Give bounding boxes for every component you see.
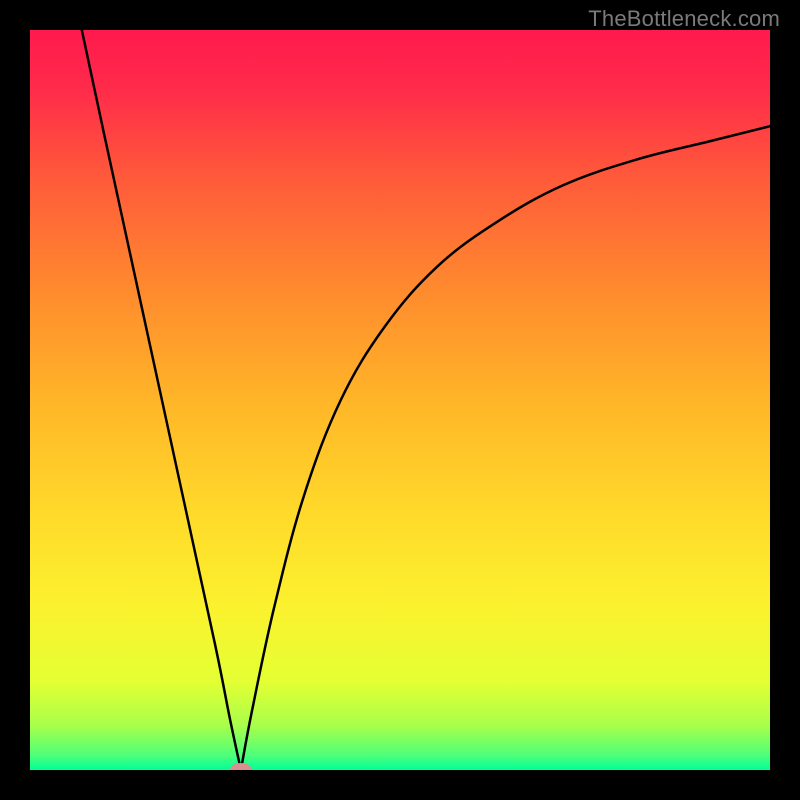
bottleneck-curve [30,30,770,770]
plot-area [30,30,770,770]
curve-right-branch [241,126,770,770]
chart-frame: TheBottleneck.com [0,0,800,800]
curve-left-branch [82,30,241,770]
watermark-text: TheBottleneck.com [588,6,780,32]
optimal-point-marker [230,763,252,770]
